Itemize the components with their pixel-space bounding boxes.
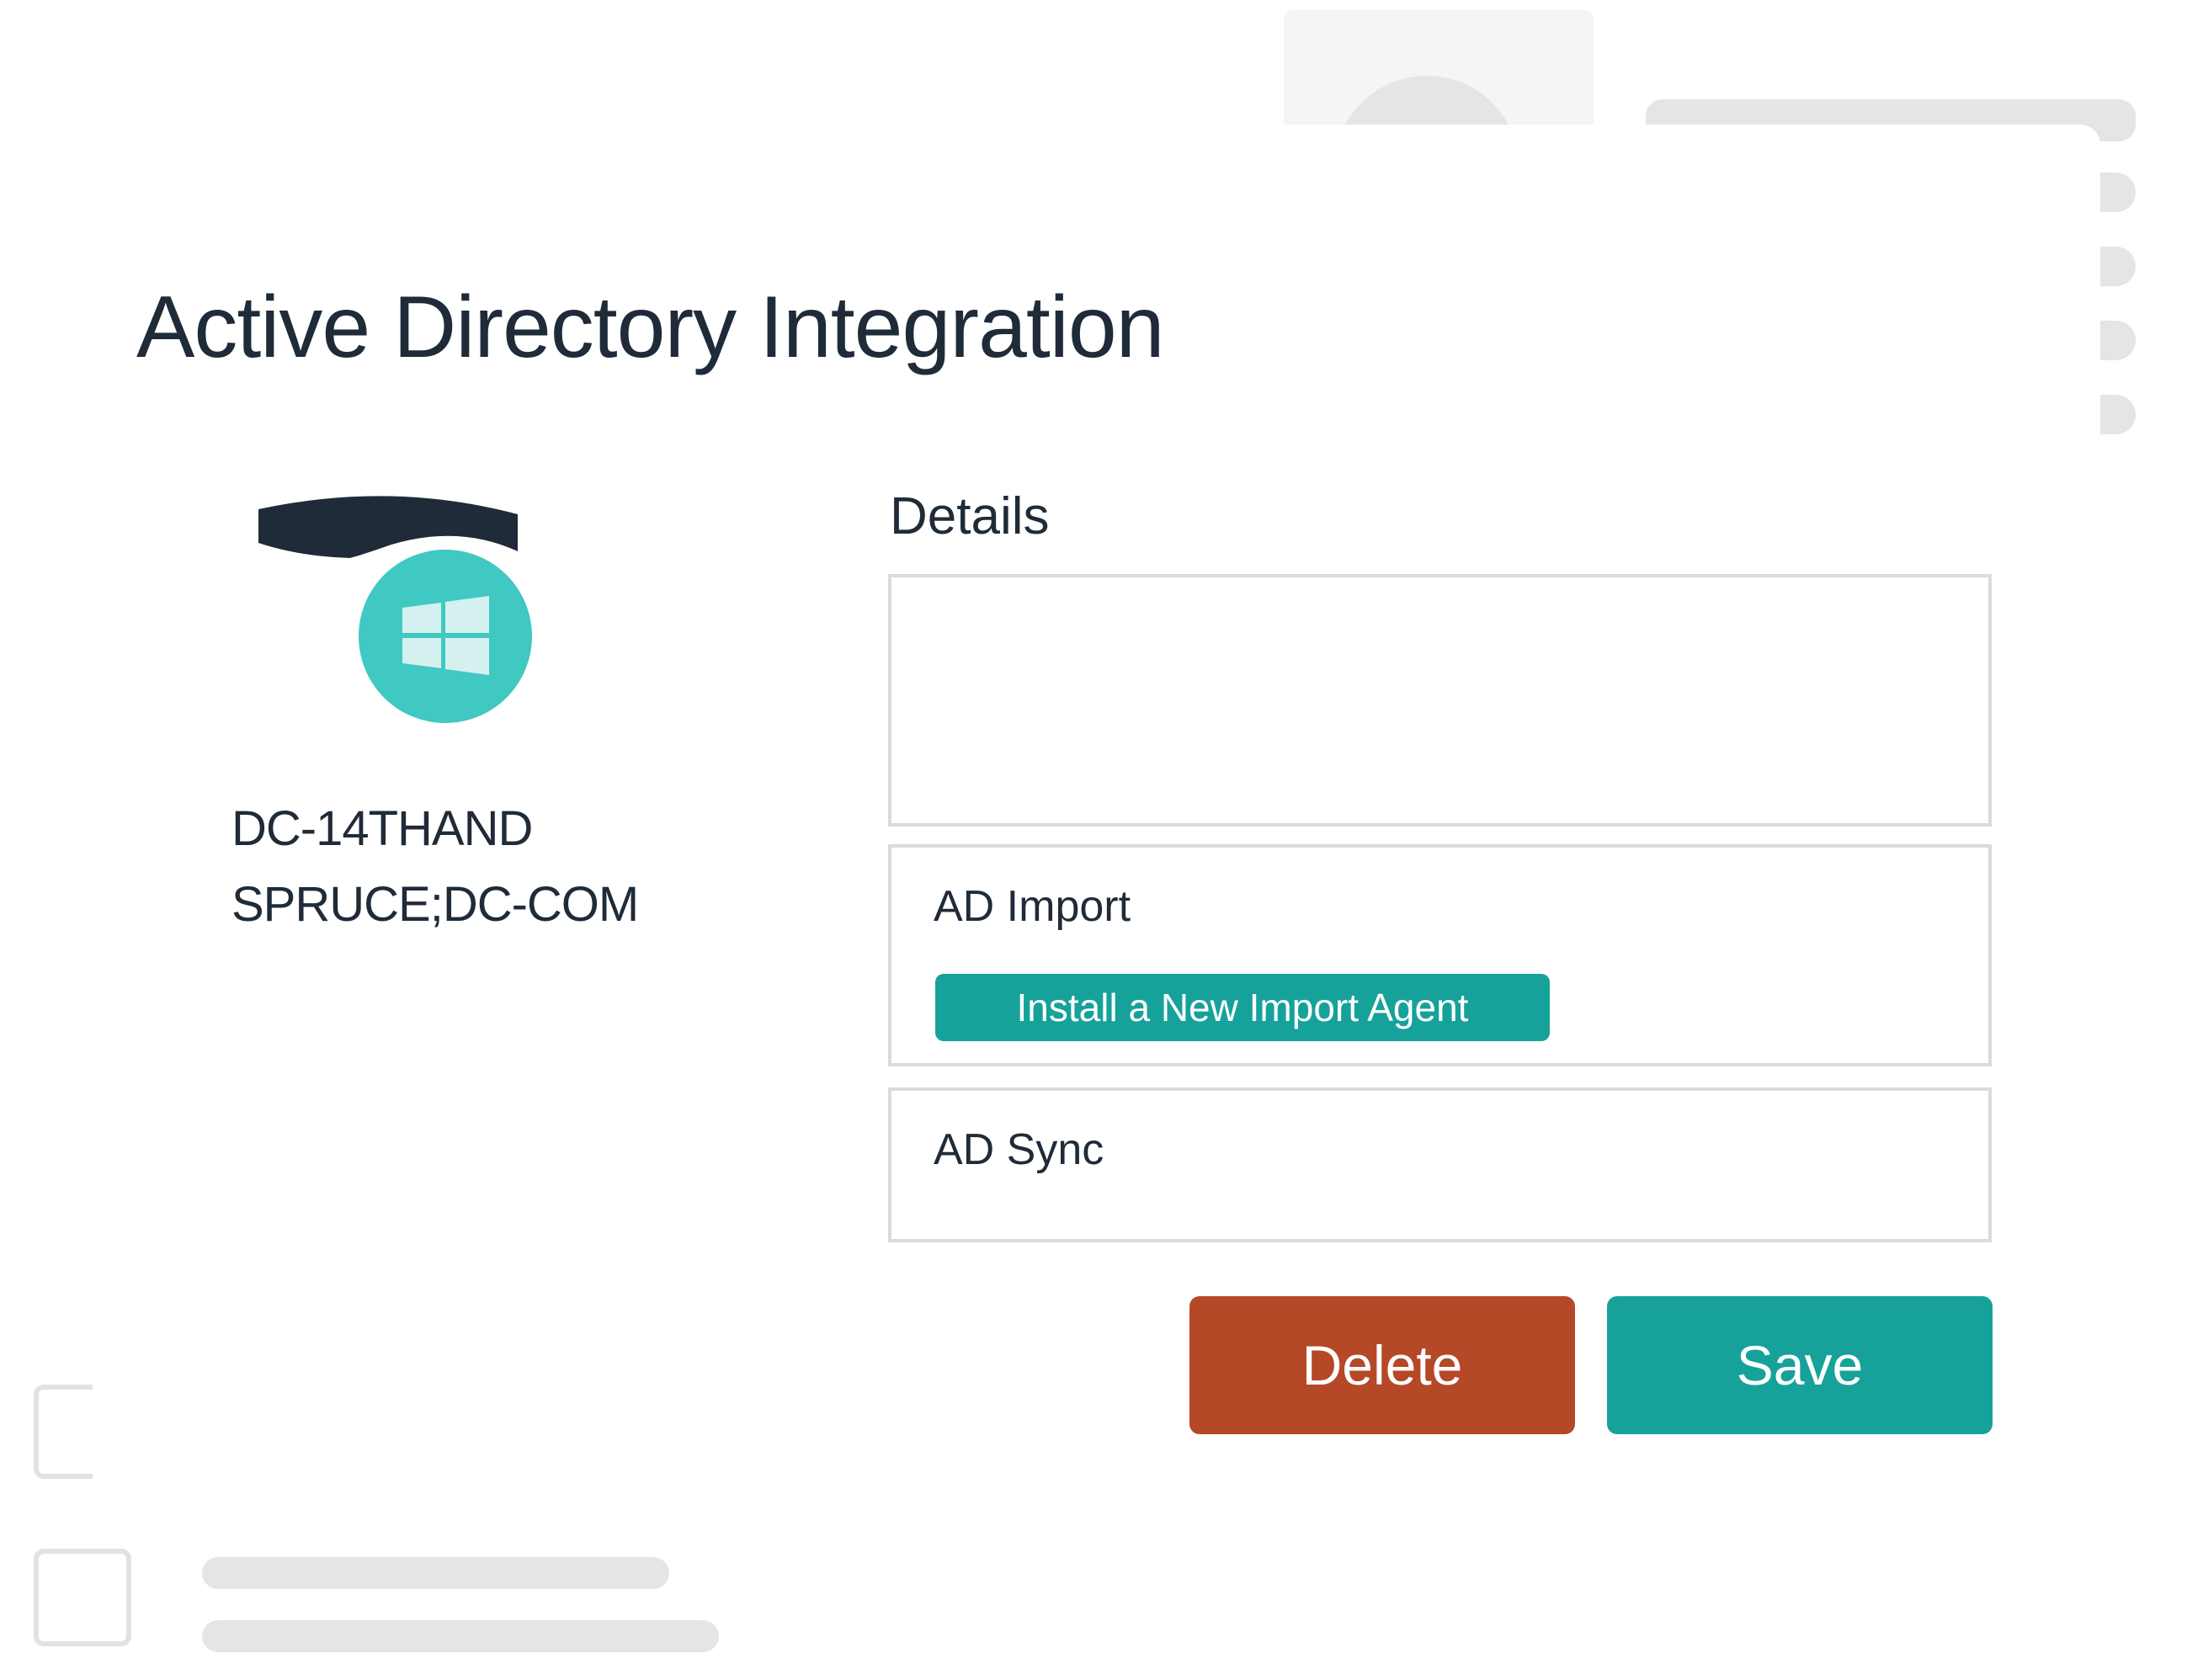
domain-controller-name-line: SPRUCE;DC-COM bbox=[231, 877, 639, 932]
domain-controller-name: DC-14THAND SPRUCE;DC-COM bbox=[231, 791, 639, 943]
background-placeholder-tab bbox=[2096, 395, 2136, 434]
background-placeholder-tab bbox=[2096, 247, 2136, 286]
delete-button[interactable]: Delete bbox=[1189, 1296, 1575, 1434]
domain-controller-name-line: DC-14THAND bbox=[231, 801, 533, 856]
details-panel bbox=[888, 574, 1992, 827]
page-title: Active Directory Integration bbox=[136, 279, 1165, 376]
background-placeholder-tab bbox=[2096, 173, 2136, 212]
ad-import-title: AD Import bbox=[934, 882, 1131, 931]
background-placeholder-tab bbox=[2096, 321, 2136, 360]
windows-server-icon bbox=[258, 496, 540, 731]
ad-import-panel: AD Import Install a New Import Agent bbox=[888, 844, 1992, 1066]
details-heading: Details bbox=[890, 487, 1050, 545]
background-placeholder-line bbox=[202, 1557, 669, 1589]
background-placeholder-line bbox=[202, 1620, 719, 1652]
server-circle bbox=[350, 541, 540, 731]
page: Active Directory Integration DC-14THAND … bbox=[0, 0, 2203, 1680]
background-checkbox bbox=[34, 1549, 131, 1646]
install-import-agent-button[interactable]: Install a New Import Agent bbox=[935, 974, 1550, 1041]
ad-sync-panel: AD Sync bbox=[888, 1087, 1992, 1242]
save-button[interactable]: Save bbox=[1607, 1296, 1993, 1434]
ad-sync-title: AD Sync bbox=[934, 1125, 1104, 1174]
